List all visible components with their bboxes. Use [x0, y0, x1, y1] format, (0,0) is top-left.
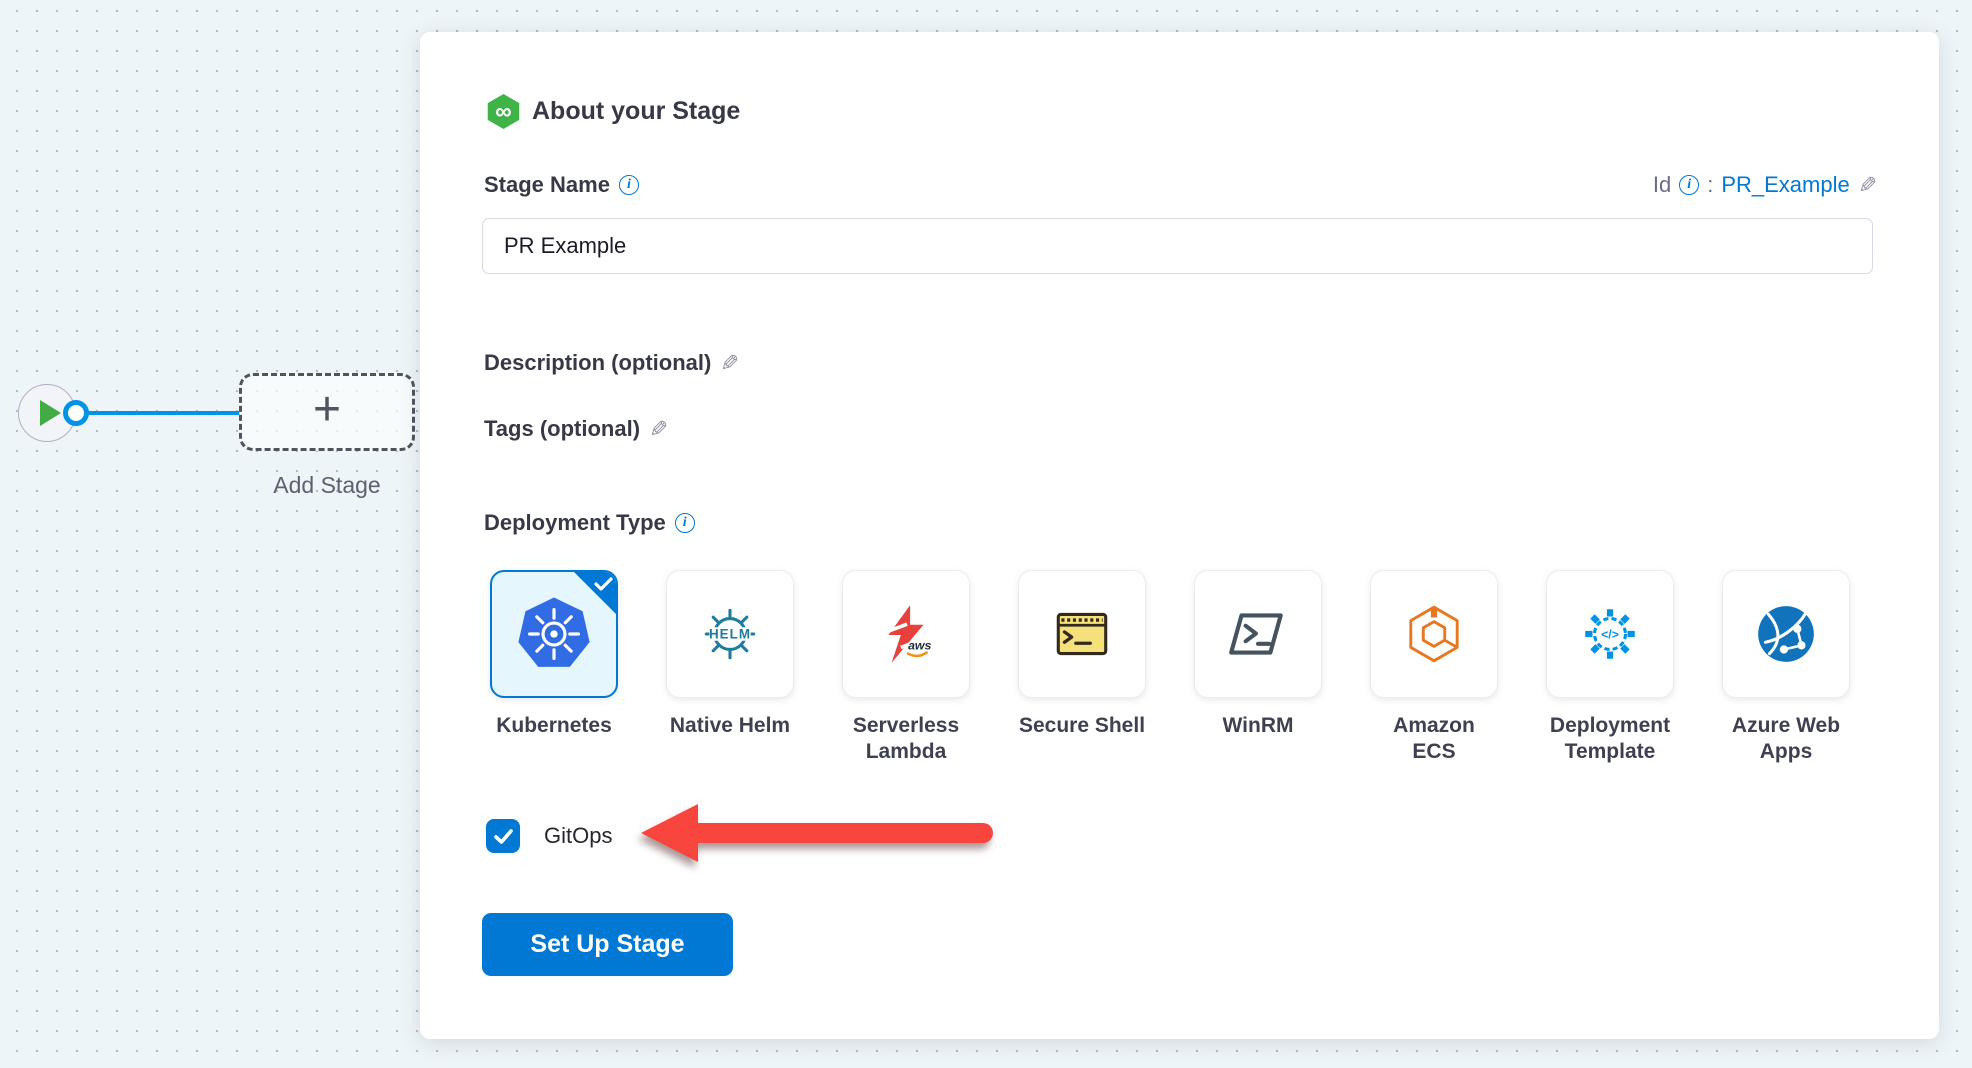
helm-icon: HELM [697, 601, 763, 667]
amazon-ecs-tile[interactable] [1370, 570, 1498, 698]
play-icon [40, 400, 61, 426]
description-row: Description (optional) ✎ [484, 350, 740, 376]
svg-text:</>: </> [1601, 628, 1619, 642]
edit-description-icon[interactable]: ✎ [720, 352, 739, 375]
page-title: About your Stage [532, 97, 740, 126]
node-link-point [63, 400, 89, 426]
plus-icon: + [313, 386, 341, 434]
kubernetes-icon [515, 595, 593, 673]
checkmark-icon [492, 826, 515, 847]
arrow-body [697, 823, 993, 843]
annotation-arrow [641, 804, 993, 862]
gear-code-icon: </> [1577, 601, 1643, 667]
set-up-stage-button[interactable]: Set Up Stage [482, 913, 733, 976]
arrow-head [641, 804, 698, 862]
pipeline-connector-line [76, 411, 240, 415]
description-label: Description (optional) [484, 350, 711, 376]
option-secure-shell: Secure Shell [1018, 570, 1146, 766]
option-amazon-ecs: Amazon ECS [1370, 570, 1498, 766]
edit-id-icon[interactable]: ✎ [1858, 174, 1877, 197]
azure-web-apps-tile[interactable] [1722, 570, 1850, 698]
kubernetes-tile[interactable] [490, 570, 618, 698]
stage-id-row: Id i : PR_Example ✎ [1653, 172, 1877, 198]
deployment-template-tile[interactable]: </> [1546, 570, 1674, 698]
id-value: PR_Example [1721, 172, 1849, 198]
svg-text:aws: aws [908, 638, 931, 652]
tile-label: Amazon ECS [1346, 713, 1522, 766]
tile-label: Native Helm [642, 713, 818, 739]
id-label: Id [1653, 172, 1671, 198]
azure-globe-icon [1753, 601, 1819, 667]
tile-label: Serverless Lambda [818, 713, 994, 766]
panel-header: ∞ About your Stage [486, 94, 740, 129]
tile-label: Deployment Template [1522, 713, 1698, 766]
svg-text:HELM: HELM [709, 627, 751, 642]
secure-shell-tile[interactable] [1018, 570, 1146, 698]
edit-tags-icon[interactable]: ✎ [649, 418, 668, 441]
cd-stage-icon: ∞ [486, 94, 521, 129]
tile-label: Secure Shell [994, 713, 1170, 739]
tags-label: Tags (optional) [484, 416, 640, 442]
stage-name-info-icon[interactable]: i [619, 175, 639, 195]
native-helm-tile[interactable]: HELM [666, 570, 794, 698]
option-native-helm: HELM Native Helm [666, 570, 794, 766]
gitops-checkbox[interactable] [486, 819, 520, 853]
option-kubernetes: Kubernetes [490, 570, 618, 766]
stage-config-panel: ∞ About your Stage Stage Name i Id i : P… [420, 32, 1939, 1039]
deployment-type-options: Kubernetes HELM Native Helm [490, 570, 1850, 766]
add-stage-label: Add Stage [229, 472, 425, 499]
tile-label: Azure Web Apps [1698, 713, 1874, 766]
gitops-row: GitOps [486, 819, 612, 853]
gitops-label[interactable]: GitOps [544, 823, 612, 849]
option-deployment-template: </> Deployment Template [1546, 570, 1674, 766]
winrm-tile[interactable] [1194, 570, 1322, 698]
tile-label: WinRM [1170, 713, 1346, 739]
id-separator: : [1707, 172, 1713, 198]
id-info-icon[interactable]: i [1679, 175, 1699, 195]
serverless-lambda-tile[interactable]: aws [842, 570, 970, 698]
option-azure-web-apps: Azure Web Apps [1722, 570, 1850, 766]
powershell-icon [1225, 601, 1291, 667]
deployment-type-info-icon[interactable]: i [675, 513, 695, 533]
deployment-type-row: Deployment Type i [484, 510, 695, 536]
tags-row: Tags (optional) ✎ [484, 416, 668, 442]
add-stage-button[interactable]: + [239, 373, 415, 451]
option-serverless-lambda: aws Serverless Lambda [842, 570, 970, 766]
stage-name-input[interactable] [482, 218, 1873, 274]
option-winrm: WinRM [1194, 570, 1322, 766]
ecs-hexagon-icon [1401, 601, 1467, 667]
stage-name-label: Stage Name [484, 172, 610, 198]
deployment-type-label: Deployment Type [484, 510, 666, 536]
serverless-aws-icon: aws [873, 601, 939, 667]
stage-name-label-row: Stage Name i [484, 172, 639, 198]
terminal-icon [1049, 601, 1115, 667]
tile-label: Kubernetes [466, 713, 642, 739]
